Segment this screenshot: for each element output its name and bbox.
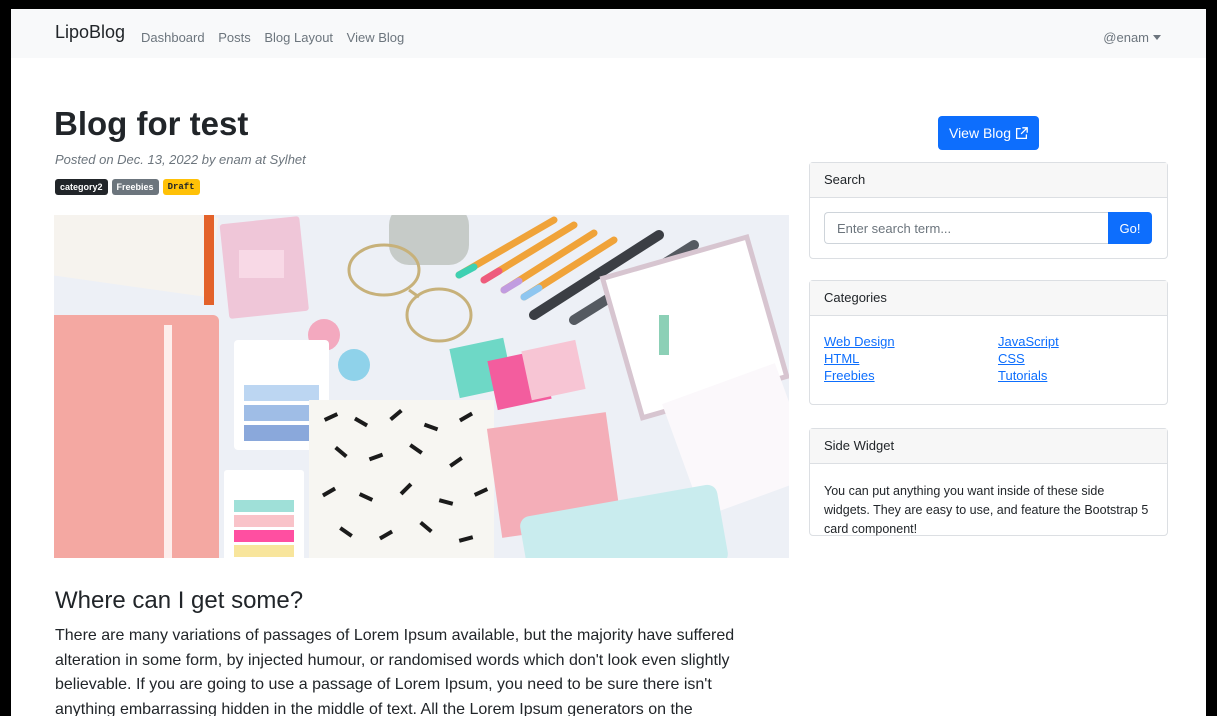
post-paragraph: There are many variations of passages of… bbox=[55, 624, 785, 716]
category-html[interactable]: HTML bbox=[824, 351, 859, 366]
external-link-icon bbox=[1015, 126, 1028, 139]
badge-status: Draft bbox=[162, 179, 200, 195]
paragraph-line: anything embarrassing hidden in the midd… bbox=[55, 700, 693, 716]
side-widget-header: Side Widget bbox=[810, 429, 1167, 464]
user-dropdown[interactable]: @enam bbox=[1103, 30, 1161, 45]
caret-down-icon bbox=[1153, 35, 1161, 40]
navbar: LipoBlog Dashboard Posts Blog Layout Vie… bbox=[11, 9, 1206, 58]
paragraph-line: alteration in some form, by injected hum… bbox=[55, 651, 730, 669]
category-web-design[interactable]: Web Design bbox=[824, 334, 895, 349]
badge-category: category2 bbox=[55, 179, 108, 195]
stationery-flatlay-illustration bbox=[54, 215, 789, 558]
search-card-header: Search bbox=[810, 163, 1167, 198]
search-card: Search Enter search term... Go! bbox=[809, 162, 1168, 259]
category-freebies[interactable]: Freebies bbox=[824, 368, 875, 383]
paragraph-line: believable. If you are going to use a pa… bbox=[55, 676, 712, 693]
view-blog-label: View Blog bbox=[948, 125, 1011, 141]
navbar-brand[interactable]: LipoBlog bbox=[55, 22, 125, 43]
categories-list: Web Design HTML Freebies JavaScript CSS … bbox=[810, 316, 1167, 404]
post-badges: category2 Freebies Draft bbox=[55, 179, 200, 195]
user-name: @enam bbox=[1103, 30, 1149, 45]
category-css[interactable]: CSS bbox=[998, 351, 1025, 366]
side-widget-card: Side Widget You can put anything you wan… bbox=[809, 428, 1168, 536]
nav-link-view-blog[interactable]: View Blog bbox=[347, 30, 405, 45]
browser-viewport: LipoBlog Dashboard Posts Blog Layout Vie… bbox=[11, 9, 1206, 716]
section-heading: Where can I get some? bbox=[55, 587, 304, 614]
search-row: Enter search term... Go! bbox=[810, 198, 1167, 258]
search-go-button[interactable]: Go! bbox=[1108, 212, 1152, 244]
category-javascript[interactable]: JavaScript bbox=[998, 334, 1059, 349]
nav-links: Dashboard Posts Blog Layout View Blog bbox=[141, 30, 414, 45]
post-meta: Posted on Dec. 13, 2022 by enam at Sylhe… bbox=[55, 152, 306, 167]
hero-image bbox=[54, 215, 789, 558]
nav-link-posts[interactable]: Posts bbox=[218, 30, 251, 45]
paragraph-line: There are many variations of passages of… bbox=[55, 627, 735, 644]
post-title: Blog for test bbox=[54, 105, 249, 142]
badge-tag: Freebies bbox=[111, 179, 159, 195]
side-widget-text: You can put anything you want inside of … bbox=[824, 484, 1149, 536]
categories-card-header: Categories bbox=[810, 281, 1167, 316]
search-input[interactable]: Enter search term... bbox=[824, 212, 1108, 244]
view-blog-button[interactable]: View Blog bbox=[938, 116, 1039, 150]
nav-link-blog-layout[interactable]: Blog Layout bbox=[264, 30, 333, 45]
category-tutorials[interactable]: Tutorials bbox=[998, 368, 1047, 383]
categories-card: Categories Web Design HTML Freebies Java… bbox=[809, 280, 1168, 405]
nav-link-dashboard[interactable]: Dashboard bbox=[141, 30, 205, 45]
